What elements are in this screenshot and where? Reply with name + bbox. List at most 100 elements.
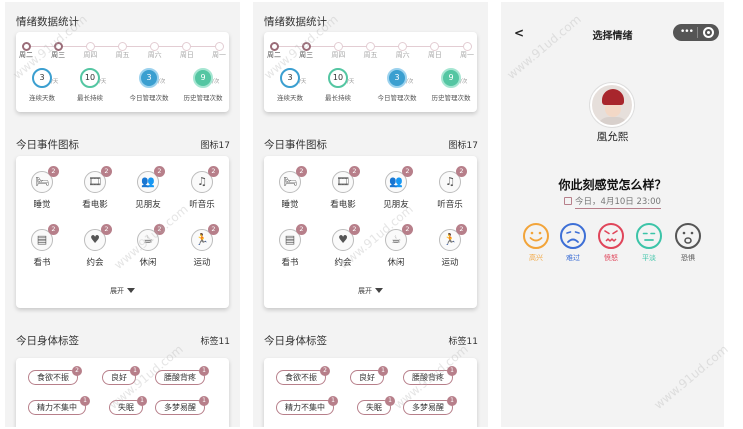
metric-value: 9 [441, 68, 461, 88]
body-tag[interactable]: 精力不集中 1 [276, 396, 338, 415]
mood-option[interactable]: 愤怒 [593, 222, 629, 263]
body-tag[interactable]: 失眠 1 [109, 396, 147, 415]
event-item[interactable]: 🛏 2 睡觉 [20, 166, 64, 212]
body-tag[interactable]: 多梦易醒 1 [403, 396, 457, 415]
tag-count-badge: 1 [199, 366, 209, 376]
capsule-divider [697, 27, 698, 38]
avatar [590, 83, 634, 127]
event-item[interactable]: ▤ 2 看书 [20, 224, 64, 270]
day-label: 周日 [427, 51, 442, 59]
event-count-badge: 2 [48, 224, 59, 235]
events-card: 🛏 2 睡觉 🎞 2 看电影 👥 2 见朋友 ♫ 2 听音乐 ▤ 2 看书 ♥ 2 约会 ☕ 2 休闲 🏃 2 运动 展开 [16, 156, 229, 308]
expand-button[interactable]: 展开 [16, 286, 229, 296]
expand-button[interactable]: 展开 [264, 286, 477, 296]
event-item[interactable]: 👥 2 见朋友 [126, 166, 170, 212]
date-text: 今日，4月10日 23:00 [575, 197, 661, 209]
mood-question: 你此刻感觉怎么样？ [558, 178, 667, 192]
body-tag[interactable]: 腰酸背疼 1 [155, 366, 209, 385]
event-item[interactable]: ▤ 2 看书 [268, 224, 312, 270]
event-item[interactable]: 🎞 2 看电影 [321, 166, 365, 212]
event-item[interactable]: 🛏 2 睡觉 [268, 166, 312, 212]
mood-option[interactable]: 平淡 [631, 222, 667, 263]
music-icon: ♫ 2 [439, 166, 467, 193]
friends-icon: 👥 2 [137, 166, 165, 193]
tag-count-badge: 1 [328, 396, 338, 406]
fear-face-icon [674, 222, 702, 250]
metric-unit: /次 [406, 79, 414, 85]
tag-label: 食欲不振 [37, 373, 69, 382]
event-item[interactable]: 🏃 2 运动 [180, 224, 224, 270]
event-item[interactable]: ☕ 2 休闲 [126, 224, 170, 270]
event-item[interactable]: ♥ 2 约会 [321, 224, 365, 270]
body-tag[interactable]: 失眠 1 [357, 396, 395, 415]
event-item[interactable]: ☕ 2 休闲 [374, 224, 418, 270]
tag-count-badge: 1 [137, 396, 147, 406]
tags-title: 今日身体标签 [16, 335, 79, 347]
date-picker[interactable]: 今日，4月10日 23:00 [501, 195, 724, 209]
body-tag[interactable]: 食欲不振 2 [28, 366, 82, 385]
metric-unit: /天 [51, 79, 59, 85]
bed-icon: 🛏 2 [31, 166, 59, 193]
tags-count: 标签11 [448, 337, 478, 347]
event-count-badge: 2 [296, 166, 307, 177]
week-days: 周二 周三 周四 周五 周六 周日 周一 [267, 50, 474, 62]
tag-label: 多梦易醒 [412, 403, 444, 412]
body-tag[interactable]: 良好 1 [350, 366, 388, 385]
mood-option[interactable]: 高兴 [518, 222, 554, 263]
miniapp-capsule[interactable]: ••• [673, 24, 719, 41]
tag-label: 精力不集中 [37, 403, 77, 412]
event-count-badge: 2 [154, 224, 165, 235]
stats-title: 情绪数据统计 [16, 16, 79, 28]
events-card: 🛏 2 睡觉 🎞 2 看电影 👥 2 见朋友 ♫ 2 听音乐 ▤ 2 看书 ♥ 2 约会 ☕ 2 休闲 🏃 2 运动 展开 [264, 156, 477, 308]
event-item[interactable]: ♫ 2 听音乐 [180, 166, 224, 212]
more-icon[interactable]: ••• [680, 26, 694, 38]
drink-icon: ☕ 2 [385, 224, 413, 251]
event-item[interactable]: 👥 2 见朋友 [374, 166, 418, 212]
body-tag[interactable]: 腰酸背疼 1 [403, 366, 457, 385]
tag-label: 良好 [359, 373, 375, 382]
tag-count-badge: 1 [385, 396, 395, 406]
day-label: 周一 [212, 51, 226, 59]
body-tag[interactable]: 良好 1 [102, 366, 140, 385]
angry-face-icon [597, 222, 625, 250]
event-count-badge: 2 [402, 166, 413, 177]
drink-icon: ☕ 2 [137, 224, 165, 251]
body-tag[interactable]: 精力不集中 1 [28, 396, 90, 415]
body-tag[interactable]: 多梦易醒 1 [155, 396, 209, 415]
event-item[interactable]: 🏃 2 运动 [428, 224, 472, 270]
day-label: 周二 [267, 51, 281, 59]
event-item[interactable]: ♫ 2 听音乐 [428, 166, 472, 212]
event-item[interactable]: 🎞 2 看电影 [73, 166, 117, 212]
day-label: 周六 [147, 51, 162, 59]
event-label: 约会 [334, 258, 352, 268]
event-label: 看电影 [330, 200, 356, 210]
event-label: 运动 [441, 258, 459, 268]
tag-label: 良好 [111, 373, 127, 382]
metric-value: 10 [80, 68, 100, 88]
event-label: 休闲 [139, 258, 157, 268]
mood-option[interactable]: 恐惧 [670, 222, 706, 263]
avatar-body [597, 117, 629, 125]
close-icon[interactable] [703, 27, 714, 38]
stats-screen-2: 情绪数据统计 周二 周三 周四 周五 周六 周日 周一 3/天 连续天数 10/天 最长持续 3/次… [253, 2, 488, 427]
metric-item: 3/天 连续天数 [264, 68, 316, 108]
metric-item: 3/次 今日管理次数 [123, 68, 175, 108]
mood-option[interactable]: 难过 [555, 222, 591, 263]
stats-title: 情绪数据统计 [264, 16, 327, 28]
metric-label: 今日管理次数 [377, 94, 417, 102]
run-icon: 🏃 2 [439, 224, 467, 251]
tags-card: 食欲不振 2 良好 1 腰酸背疼 1 精力不集中 1 失眠 1 多梦易醒 1 [16, 358, 229, 427]
metric-item: 3/次今日管理次数 [371, 68, 423, 108]
metric-label: 最长持续 [77, 94, 103, 102]
metric-item: 9/次 历史管理次数 [177, 68, 229, 108]
day-label: 周一 [460, 51, 474, 59]
body-tag[interactable]: 食欲不振 2 [276, 366, 330, 385]
event-item[interactable]: ♥ 2 约会 [73, 224, 117, 270]
metric-unit: /次 [460, 79, 468, 85]
metric-value: 3 [387, 68, 407, 88]
tags-card: 食欲不振 2 良好 1 腰酸背疼 1 精力不集中 1 失眠 1 多梦易醒 1 [264, 358, 477, 427]
metric-value: 3 [32, 68, 52, 88]
event-label: 听音乐 [437, 200, 463, 210]
expand-label: 展开 [358, 287, 372, 295]
events-title: 今日事件图标 [16, 139, 79, 151]
